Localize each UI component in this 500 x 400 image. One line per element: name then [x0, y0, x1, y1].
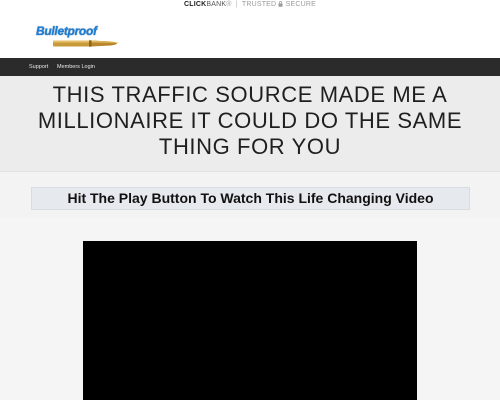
nav-item-support[interactable]: Support	[29, 58, 48, 76]
clickbank-trust-badge: CLICKBANK® | TRUSTED SECURE	[0, 1, 500, 8]
video-subtitle-banner: Hit The Play Button To Watch This Life C…	[31, 187, 470, 210]
clickbank-brand-bank: BANK	[206, 1, 227, 8]
registered-mark: ®	[226, 1, 232, 8]
lock-icon	[278, 1, 285, 8]
badge-separator: |	[235, 1, 238, 8]
clickbank-brand-click: CLICK	[184, 1, 207, 8]
nav-item-members-login[interactable]: Members Login	[57, 58, 95, 76]
main-nav: Support Members Login	[0, 58, 500, 76]
video-subtitle: Hit The Play Button To Watch This Life C…	[67, 190, 434, 206]
logo-text: Bulletproof	[36, 24, 97, 38]
badge-secure: SECURE	[285, 1, 316, 8]
hero-headline: THIS TRAFFIC SOURCE MADE ME A MILLIONAIR…	[37, 82, 463, 159]
badge-trusted: TRUSTED	[241, 1, 277, 8]
site-header: CLICKBANK® | TRUSTED SECURE Bulletproof	[0, 0, 500, 58]
bulletproof-logo[interactable]: Bulletproof	[36, 22, 119, 52]
bullet-icon	[53, 40, 119, 47]
hero-section: THIS TRAFFIC SOURCE MADE ME A MILLIONAIR…	[0, 76, 500, 172]
video-player[interactable]	[83, 241, 417, 400]
